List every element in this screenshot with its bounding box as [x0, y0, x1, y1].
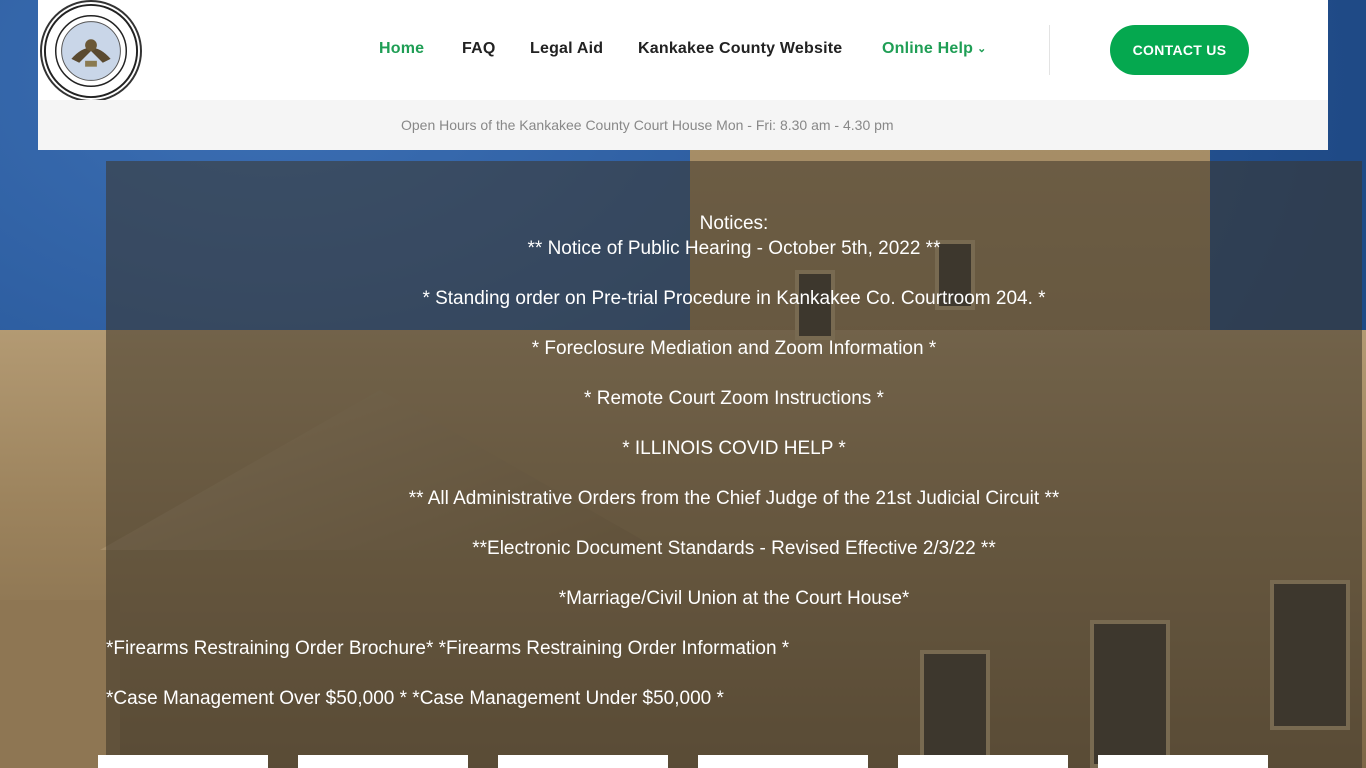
quick-link-card[interactable] [498, 755, 668, 768]
quick-link-card[interactable] [1098, 755, 1268, 768]
nav-faq[interactable]: FAQ [462, 40, 496, 58]
courthouse-left-wing [0, 600, 120, 768]
notice-remote-court-zoom-link[interactable]: * Remote Court Zoom Instructions * [106, 388, 1362, 410]
nav-legal-aid[interactable]: Legal Aid [530, 40, 603, 58]
notice-case-management-over-link[interactable]: *Case Management Over $50,000 * [106, 688, 407, 709]
quick-link-card[interactable] [98, 755, 268, 768]
notice-marriage-civil-union-link[interactable]: *Marriage/Civil Union at the Court House… [106, 588, 1362, 610]
seal-icon [43, 3, 139, 99]
notice-foreclosure-mediation-link[interactable]: * Foreclosure Mediation and Zoom Informa… [106, 338, 1362, 360]
nav-home[interactable]: Home [379, 40, 424, 58]
quick-link-card[interactable] [698, 755, 868, 768]
quick-link-card[interactable] [898, 755, 1068, 768]
quick-link-card[interactable] [298, 755, 468, 768]
notice-case-management-under-link[interactable]: *Case Management Under $50,000 * [412, 688, 724, 709]
nav-online-help-label: Online Help [882, 40, 974, 57]
notice-electronic-document-standards-link[interactable]: **Electronic Document Standards - Revise… [106, 538, 1362, 560]
notice-firearms-brochure-link[interactable]: *Firearms Restraining Order Brochure* [106, 638, 433, 659]
open-hours-text: Open Hours of the Kankakee County Court … [401, 117, 894, 133]
notices-heading: Notices: [699, 213, 769, 234]
chevron-down-icon: ⌄ [977, 43, 987, 55]
notice-firearms-information-link[interactable]: *Firearms Restraining Order Information … [439, 638, 790, 659]
notices-panel: Notices: ** Notice of Public Hearing - O… [106, 161, 1362, 768]
contact-us-button[interactable]: CONTACT US [1110, 25, 1249, 75]
notice-standing-order-link[interactable]: * Standing order on Pre-trial Procedure … [106, 288, 1362, 310]
notice-administrative-orders-link[interactable]: ** All Administrative Orders from the Ch… [106, 488, 1362, 510]
nav-online-help[interactable]: Online Help ⌄ [882, 40, 987, 58]
circuit-clerk-seal-logo[interactable] [40, 0, 142, 102]
notice-public-hearing-link[interactable]: ** Notice of Public Hearing - October 5t… [106, 238, 1362, 260]
hours-bar: Open Hours of the Kankakee County Court … [38, 100, 1328, 150]
nav-kankakee-county-website[interactable]: Kankakee County Website [638, 40, 842, 58]
notice-firearms-row: *Firearms Restraining Order Brochure* *F… [106, 638, 1362, 660]
site-header: Home FAQ Legal Aid Kankakee County Websi… [38, 0, 1328, 102]
notice-illinois-covid-help-link[interactable]: * ILLINOIS COVID HELP * [106, 438, 1362, 460]
nav-divider [1049, 25, 1050, 75]
notice-case-management-row: *Case Management Over $50,000 * *Case Ma… [106, 688, 1362, 710]
